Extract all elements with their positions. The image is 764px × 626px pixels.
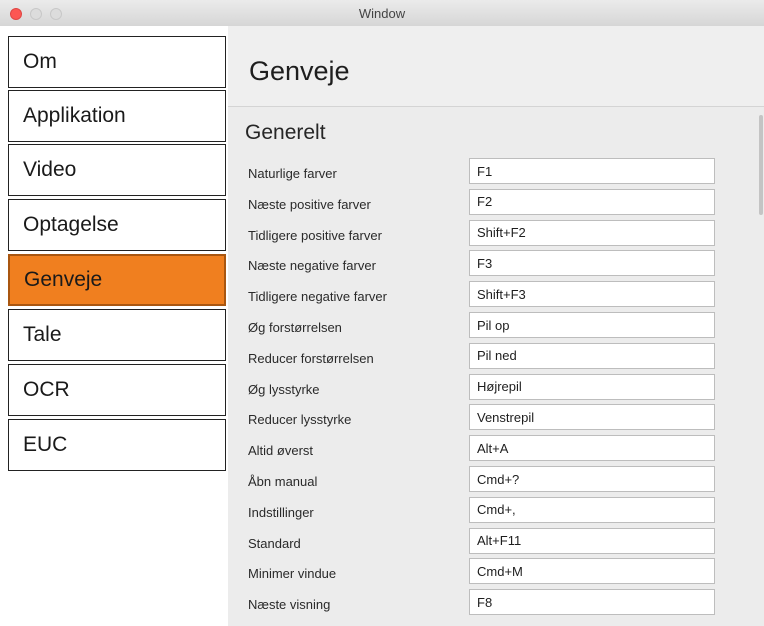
shortcut-field[interactable]: [469, 281, 715, 308]
shortcut-field[interactable]: [469, 496, 715, 523]
shortcut-label: Naturlige farver: [248, 166, 337, 181]
shortcut-field[interactable]: [469, 404, 715, 431]
page-title: Genveje: [249, 56, 350, 86]
shortcut-label: Tidligere positive farver: [248, 227, 382, 243]
shortcut-field[interactable]: [469, 527, 715, 554]
shortcut-row: Næste positive farver: [228, 188, 764, 220]
shortcut-row: Åbn manual: [228, 466, 764, 497]
shortcut-row: Næste negative farver: [228, 250, 764, 281]
shortcut-row: Minimer vindue: [228, 558, 764, 589]
shortcut-field[interactable]: [469, 312, 715, 338]
sidebar-item-label: Om: [23, 50, 57, 73]
shortcut-row: Tidligere positive farver: [228, 219, 764, 251]
sidebar-item-applikation[interactable]: Applikation: [8, 90, 226, 142]
shortcut-label: Åbn manual: [248, 474, 318, 489]
shortcut-label: Reducer forstørrelsen: [248, 350, 374, 366]
sidebar-item-euc[interactable]: EUC: [8, 419, 226, 471]
shortcut-field[interactable]: [469, 250, 715, 277]
sidebar-item-label: Video: [23, 158, 77, 181]
shortcut-label: Tidligere negative farver: [248, 289, 387, 305]
sidebar-item-label: OCR: [23, 378, 70, 401]
shortcut-label: Standard: [248, 535, 301, 551]
shortcut-label: Næste visning: [248, 597, 331, 613]
shortcut-label: Reducer lysstyrke: [248, 412, 352, 428]
sidebar-item-label: EUC: [23, 433, 68, 456]
shortcut-row: Øg lysstyrke: [228, 373, 764, 405]
shortcut-label: Minimer vindue: [248, 566, 337, 582]
shortcut-field[interactable]: [469, 158, 715, 184]
sidebar-item-tale[interactable]: Tale: [8, 309, 226, 361]
shortcut-label: Altid øverst: [248, 443, 314, 459]
shortcut-row: Indstillinger: [228, 496, 764, 528]
shortcut-label: Næste positive farver: [248, 196, 371, 212]
shortcut-field[interactable]: [469, 342, 715, 369]
shortcut-field[interactable]: [469, 466, 715, 492]
shortcut-label: Øg lysstyrke: [248, 381, 320, 397]
sidebar-item-label: Tale: [23, 323, 62, 346]
shortcut-field[interactable]: [469, 589, 715, 616]
shortcut-label: Øg forstørrelsen: [248, 320, 342, 335]
section-title: Generelt: [245, 121, 326, 144]
page-header: Genveje: [228, 26, 764, 107]
scrollbar-thumb[interactable]: [759, 115, 763, 215]
sidebar-item-label: Applikation: [23, 104, 126, 127]
shortcut-field[interactable]: [469, 435, 715, 462]
sidebar-item-label: Optagelse: [23, 213, 119, 236]
title-bar[interactable]: Window: [0, 0, 764, 27]
shortcut-field[interactable]: [469, 373, 715, 400]
sidebar-item-optagelse[interactable]: Optagelse: [8, 199, 226, 251]
shortcut-row: Naturlige farver: [228, 158, 764, 189]
shortcut-field[interactable]: [469, 558, 715, 585]
shortcuts-scroll-area[interactable]: Generelt Naturlige farver Næste positive …: [228, 107, 764, 626]
shortcut-row: Øg forstørrelsen: [228, 312, 764, 343]
sidebar-item-ocr[interactable]: OCR: [8, 364, 226, 416]
vertical-scrollbar[interactable]: [759, 107, 764, 626]
shortcut-row: Tidligere negative farver: [228, 281, 764, 312]
shortcut-row: Standard: [228, 527, 764, 559]
shortcut-row: Reducer forstørrelsen: [228, 342, 764, 374]
sidebar-item-label: Genveje: [24, 268, 103, 291]
window-title: Window: [358, 6, 406, 21]
shortcut-label: Næste negative farver: [248, 258, 376, 274]
preferences-window: Window Om Applikation Video Optagelse Ge…: [0, 0, 764, 626]
shortcut-field[interactable]: [469, 188, 715, 215]
shortcut-label: Indstillinger: [248, 504, 314, 520]
shortcut-row: Reducer lysstyrke: [228, 404, 764, 435]
sidebar: Om Applikation Video Optagelse Genveje T…: [0, 26, 228, 626]
content-pane: Genveje Generelt Naturlige farver Næste p…: [228, 26, 764, 626]
shortcut-row: Altid øverst: [228, 435, 764, 466]
sidebar-item-video[interactable]: Video: [8, 144, 226, 196]
sidebar-item-om[interactable]: Om: [8, 36, 226, 88]
sidebar-item-genveje[interactable]: Genveje: [8, 254, 226, 306]
shortcut-field[interactable]: [469, 219, 715, 246]
shortcut-row: Næste visning: [228, 589, 764, 620]
